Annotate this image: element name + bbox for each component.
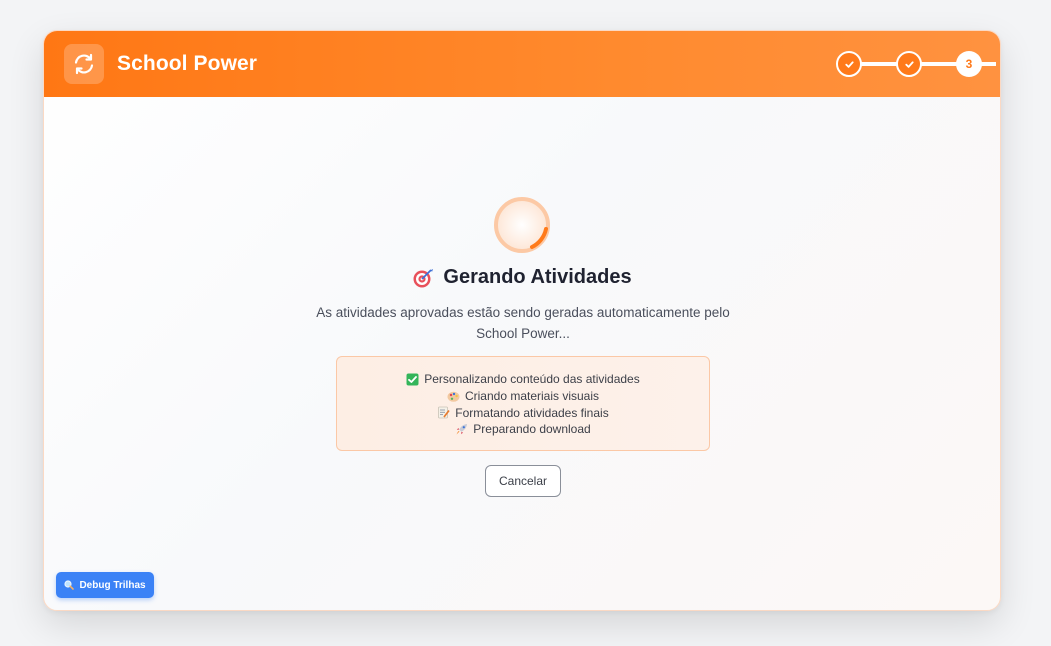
app-logo: [64, 44, 104, 84]
rocket-icon: [456, 424, 468, 435]
status-item: Criando materiais visuais: [337, 388, 709, 405]
debug-trilhas-label: Debug Trilhas: [79, 579, 146, 591]
cancel-button[interactable]: Cancelar: [485, 465, 561, 497]
step-2: [896, 51, 922, 77]
modal-header: School Power 3: [44, 31, 1000, 97]
palette-icon: [447, 391, 460, 402]
debug-trilhas-button[interactable]: Debug Trilhas: [56, 572, 154, 598]
loading-spinner: [494, 197, 550, 253]
status-list: Personalizando conteúdo das atividades C…: [336, 356, 710, 451]
generation-title-text: Gerando Atividades: [443, 266, 632, 288]
status-item: Personalizando conteúdo das atividades: [337, 371, 709, 388]
memo-icon: [438, 407, 450, 419]
target-icon: [413, 268, 434, 287]
check-box-icon: [406, 373, 419, 386]
status-item: Preparando download: [337, 421, 709, 438]
check-icon: [904, 60, 914, 68]
check-icon: [844, 60, 854, 68]
status-item-label: Formatando atividades finais: [455, 405, 609, 420]
status-item-label: Personalizando conteúdo das atividades: [424, 372, 640, 386]
status-item: Formatando atividades finais: [337, 405, 709, 422]
modal-card: School Power 3 Gerando Atividades As ati…: [43, 30, 1001, 611]
magnifier-icon: [64, 580, 75, 590]
generation-title: Gerando Atividades: [44, 266, 1000, 289]
app-title: School Power: [117, 52, 258, 75]
status-item-label: Preparando download: [473, 422, 591, 437]
generation-description: As atividades aprovadas estão sendo gera…: [316, 305, 730, 341]
status-item-label: Criando materiais visuais: [464, 388, 600, 403]
refresh-icon: [74, 53, 94, 75]
progress-stepper: 3: [836, 51, 996, 77]
step-3: 3: [956, 51, 982, 77]
step-1: [836, 51, 862, 77]
